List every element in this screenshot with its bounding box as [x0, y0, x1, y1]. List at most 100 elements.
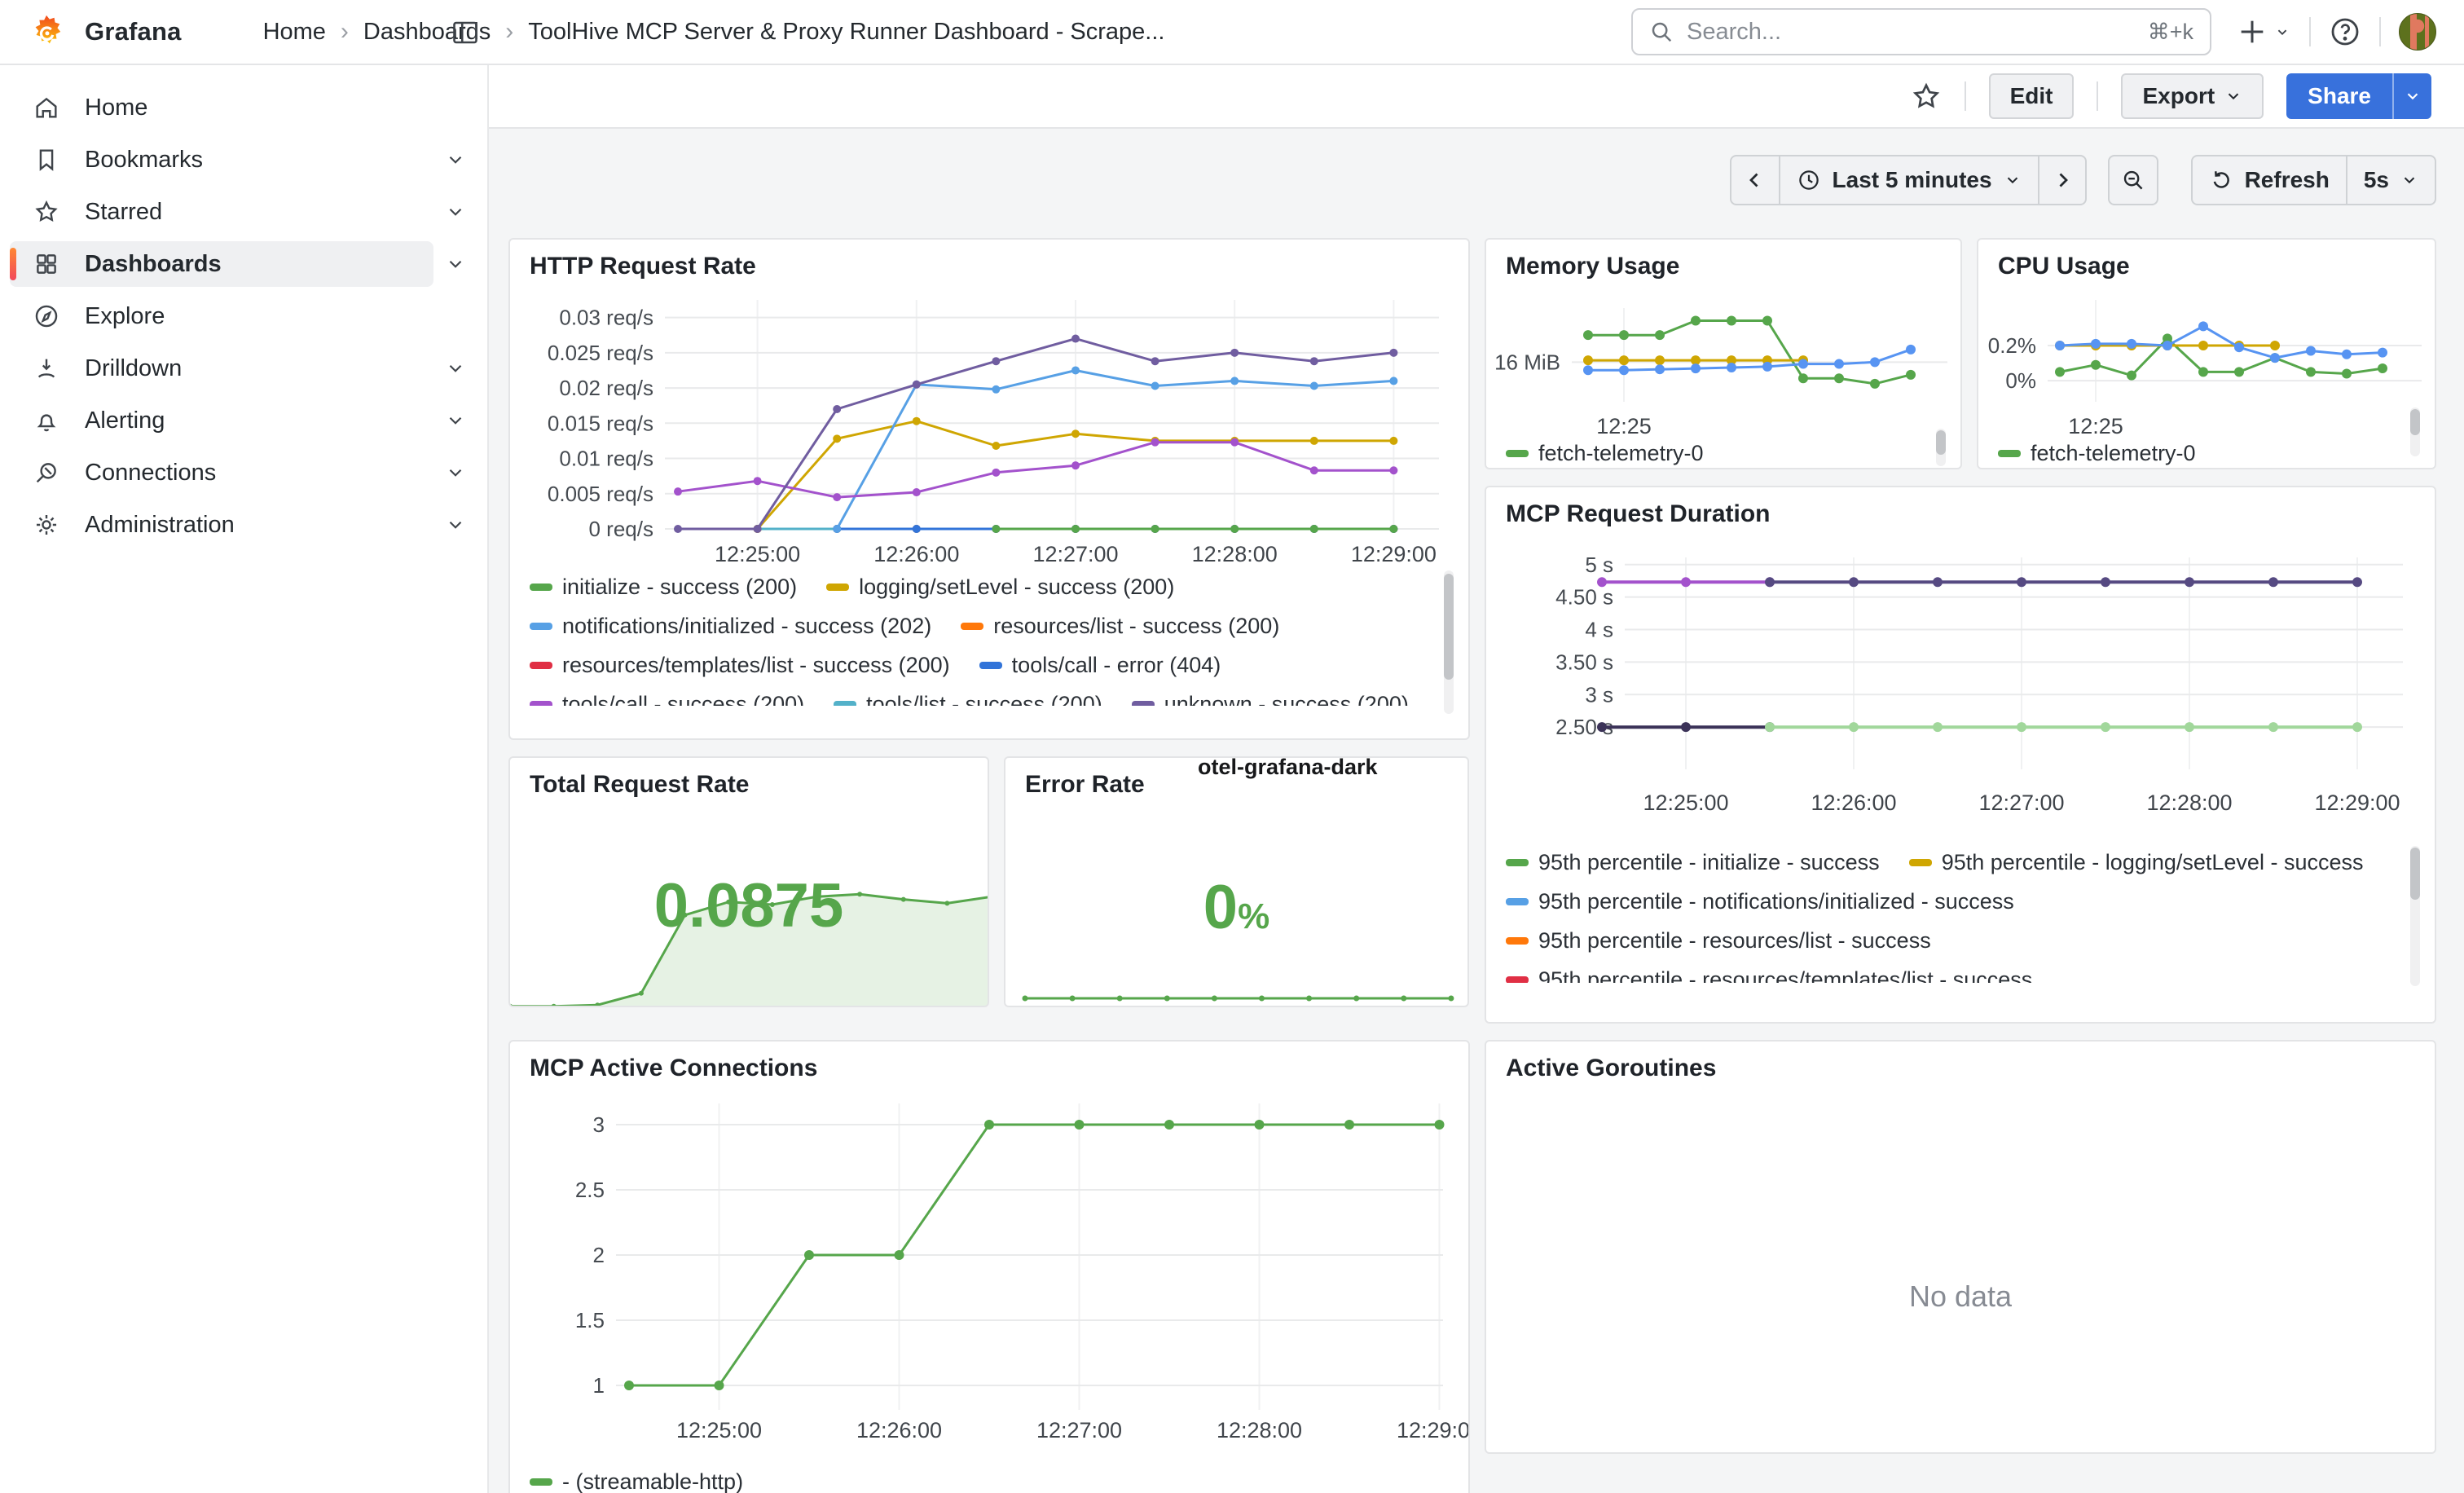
chevron-down-icon: [2404, 87, 2422, 105]
legend-label: 95th percentile - logging/setLevel - suc…: [1942, 850, 2364, 875]
panel-title[interactable]: Total Request Rate: [530, 771, 750, 799]
legend-item[interactable]: unknown - success (200): [1132, 692, 1409, 707]
share-button[interactable]: Share: [2286, 73, 2431, 119]
divider: [2309, 17, 2311, 46]
chevron-left-icon: [1743, 168, 1767, 192]
legend-scrollbar[interactable]: [1936, 429, 1946, 466]
panel-title[interactable]: Error Rate: [1025, 771, 1145, 799]
refresh-label: Refresh: [2245, 167, 2330, 193]
sidebar-item-dashboards[interactable]: Dashboards: [0, 241, 487, 287]
legend-item[interactable]: 95th percentile - logging/setLevel - suc…: [1909, 850, 2364, 875]
chevron-down-icon[interactable]: [445, 462, 466, 483]
sidebar-item-explore[interactable]: Explore: [0, 293, 487, 339]
panel-error-rate: Error Rate 0%: [1004, 756, 1469, 1007]
legend-label: 95th percentile - resources/templates/li…: [1538, 967, 2032, 984]
search-input-wrapper[interactable]: ⌘+k: [1631, 8, 2211, 55]
legend-label: - (streamable-http): [562, 1469, 743, 1493]
legend-label: resources/templates/list - success (200): [562, 653, 950, 678]
sidebar-item-starred[interactable]: Starred: [0, 189, 487, 235]
sidebar-item-alerting[interactable]: Alerting: [0, 398, 487, 443]
chevron-down-icon[interactable]: [445, 358, 466, 379]
legend-swatch-icon: [530, 701, 552, 707]
svg-text:12:28:00: 12:28:00: [2146, 791, 2232, 815]
divider: [1965, 81, 1966, 111]
legend-item[interactable]: 95th percentile - notifications/initiali…: [1506, 889, 2014, 914]
sidebar-item-connections[interactable]: Connections: [0, 450, 487, 495]
legend-item[interactable]: logging/setLevel - success (200): [826, 575, 1174, 600]
sidebar-item-bookmarks[interactable]: Bookmarks: [0, 137, 487, 183]
mcp-active-connections-chart: 12:25:0012:26:0012:27:0012:28:0012:29:00…: [510, 1087, 1470, 1458]
chevron-down-icon[interactable]: [445, 149, 466, 170]
time-zoom-out-button[interactable]: [2110, 156, 2157, 204]
legend-item[interactable]: tools/list - success (200): [834, 692, 1102, 707]
refresh-interval-picker[interactable]: 5s: [2346, 156, 2435, 204]
edit-button[interactable]: Edit: [1989, 73, 2075, 119]
panel-http-request-rate: HTTP Request Rate 12:25:0012:26:0012:27:…: [508, 238, 1470, 740]
time-shift-forward-button[interactable]: [2038, 156, 2085, 204]
chevron-down-icon[interactable]: [445, 514, 466, 535]
dashboard-canvas: Last 5 minutes Refresh 5s: [489, 129, 2464, 1493]
sidebar-item-drilldown[interactable]: Drilldown: [0, 346, 487, 391]
favorite-star-icon[interactable]: [1911, 81, 1942, 112]
legend-scrollbar[interactable]: [1444, 570, 1454, 714]
svg-text:0.2%: 0.2%: [1988, 333, 2036, 358]
export-button[interactable]: Export: [2121, 73, 2264, 119]
chevron-down-icon: [2004, 171, 2022, 189]
legend-label: initialize - success (200): [562, 575, 797, 600]
svg-text:0.005 req/s: 0.005 req/s: [548, 482, 653, 506]
search-input[interactable]: [1687, 19, 2135, 46]
sidebar-item-home[interactable]: Home: [0, 85, 487, 130]
time-shift-back-button[interactable]: [1731, 156, 1779, 204]
chevron-down-icon[interactable]: [445, 410, 466, 431]
svg-text:0.025 req/s: 0.025 req/s: [548, 341, 653, 365]
chevron-down-icon[interactable]: [445, 253, 466, 275]
legend-item[interactable]: resources/templates/list - success (200): [530, 653, 950, 678]
breadcrumb: Home › Dashboards › ToolHive MCP Server …: [263, 18, 1165, 46]
panel-title[interactable]: Active Goroutines: [1506, 1055, 1716, 1082]
memory-usage-chart: 12:2516 MiB: [1486, 275, 1962, 443]
drilldown-icon: [33, 355, 60, 382]
help-icon[interactable]: [2329, 15, 2361, 48]
panel-title[interactable]: HTTP Request Rate: [530, 253, 756, 280]
sidebar-item-administration[interactable]: Administration: [0, 502, 487, 548]
refresh-button[interactable]: Refresh: [2193, 156, 2346, 204]
error-rate-sparkline: [1005, 970, 1469, 1006]
legend-item[interactable]: 95th percentile - resources/templates/li…: [1506, 967, 2032, 984]
legend-item[interactable]: tools/call - error (404): [979, 653, 1221, 678]
panel-title[interactable]: MCP Active Connections: [530, 1055, 817, 1082]
legend-item[interactable]: fetch-telemetry-0: [1998, 441, 2196, 466]
breadcrumb-home[interactable]: Home: [263, 19, 326, 46]
add-new-button[interactable]: [2236, 15, 2291, 48]
chevron-down-icon: [2400, 171, 2418, 189]
user-avatar[interactable]: [2399, 13, 2436, 51]
legend-label: notifications/initialized - success (202…: [562, 614, 931, 639]
sidebar-toggle-icon[interactable]: [450, 18, 481, 47]
legend-label: fetch-telemetry-0: [1538, 441, 1704, 466]
legend-item[interactable]: 95th percentile - initialize - success: [1506, 850, 1880, 875]
legend-item[interactable]: notifications/initialized - success (202…: [530, 614, 931, 639]
search-shortcut: ⌘+k: [2148, 20, 2193, 45]
legend-item[interactable]: - (streamable-http): [530, 1469, 743, 1493]
svg-text:12:26:00: 12:26:00: [873, 542, 959, 566]
svg-text:16 MiB: 16 MiB: [1494, 350, 1560, 374]
grafana-logo-icon[interactable]: [28, 13, 65, 51]
legend-item[interactable]: tools/call - success (200): [530, 692, 804, 707]
chevron-down-icon[interactable]: [445, 201, 466, 222]
svg-text:0.01 req/s: 0.01 req/s: [559, 447, 653, 471]
time-range-label: Last 5 minutes: [1833, 167, 1992, 193]
cpu-usage-chart: 12:250.2%0%: [1978, 275, 2436, 443]
time-range-picker[interactable]: Last 5 minutes: [1779, 156, 2038, 204]
legend-item[interactable]: resources/list - success (200): [961, 614, 1279, 639]
svg-text:3 s: 3 s: [1585, 682, 1613, 707]
refresh-interval-label: 5s: [2364, 167, 2389, 193]
legend-item[interactable]: initialize - success (200): [530, 575, 797, 600]
sidebar-nav: Home Bookmarks Starred Dashboards Explore Dri…: [0, 65, 489, 1493]
legend-item[interactable]: fetch-telemetry-0: [1506, 441, 1704, 466]
dashboard-toolbar: Edit Export Share: [489, 65, 2464, 129]
apps-icon: [33, 250, 60, 278]
panel-title[interactable]: MCP Request Duration: [1506, 500, 1770, 528]
legend-scrollbar[interactable]: [2410, 846, 2420, 986]
svg-text:3: 3: [593, 1112, 605, 1137]
legend-scrollbar[interactable]: [2410, 407, 2420, 456]
legend-item[interactable]: 95th percentile - resources/list - succe…: [1506, 928, 1931, 953]
